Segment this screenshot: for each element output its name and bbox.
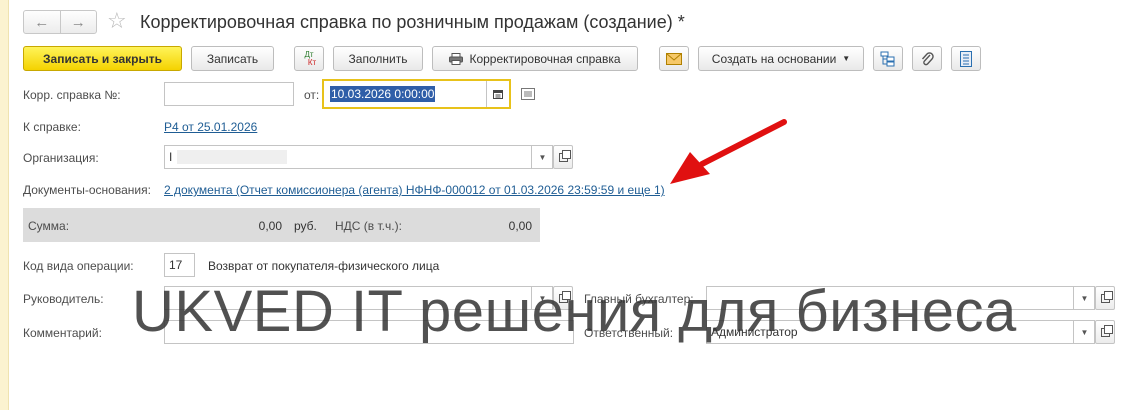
forward-arrow-icon[interactable]: → — [61, 11, 97, 33]
dt-kt-icon-bottom: Кт — [307, 57, 317, 67]
to-ref-link[interactable]: Р4 от 25.01.2026 — [164, 120, 257, 134]
envelope-icon — [666, 52, 682, 65]
open-form-icon — [1100, 324, 1113, 337]
open-form-icon — [1100, 290, 1113, 303]
chevron-down-icon[interactable]: ▼ — [531, 146, 553, 168]
more-button[interactable] — [951, 46, 981, 71]
organization-select[interactable]: I ▼ — [164, 145, 553, 169]
sum-label: Сумма: — [28, 219, 70, 233]
vat-label: НДС (в т.ч.): — [335, 219, 402, 233]
printer-icon — [449, 52, 464, 65]
paperclip-icon — [921, 51, 934, 65]
organization-value: I — [169, 150, 173, 164]
head-label: Руководитель: — [23, 292, 104, 306]
chevron-down-icon: ▼ — [842, 54, 851, 63]
responsible-open-button[interactable] — [1095, 320, 1115, 344]
correction-print-label: Корректировочная справка — [469, 51, 621, 66]
organization-label: Организация: — [23, 151, 99, 165]
op-code-description: Возврат от покупателя-физического лица — [208, 259, 440, 273]
save-and-close-button[interactable]: Записать и закрыть — [23, 46, 182, 71]
corr-number-input[interactable] — [164, 82, 294, 106]
structure-button[interactable] — [873, 46, 903, 71]
comment-label: Комментарий: — [23, 326, 102, 340]
currency-label: руб. — [294, 219, 317, 233]
op-code-input[interactable]: 17 — [164, 253, 195, 277]
sum-value: 0,00 — [258, 219, 282, 233]
attachments-button[interactable] — [912, 46, 942, 71]
vat-value: 0,00 — [508, 219, 532, 233]
chevron-down-icon[interactable]: ▼ — [1073, 287, 1095, 309]
watermark-text: UKVED IT решения для бизнеса — [132, 279, 1017, 344]
calendar-icon — [493, 90, 503, 99]
notes-icon[interactable] — [521, 88, 535, 100]
window-title: Корректировочная справка по розничным пр… — [140, 12, 685, 32]
date-value: 10.03.2026 0:00:00 — [330, 86, 436, 102]
base-docs-link[interactable]: 2 документа (Отчет комиссионера (агента)… — [164, 183, 665, 197]
op-code-value: 17 — [169, 258, 183, 272]
chief-accountant-open-button[interactable] — [1095, 286, 1115, 310]
left-edge-strip — [0, 0, 9, 410]
dt-kt-button[interactable]: Дт Кт — [294, 46, 324, 71]
red-arrow-annotation — [670, 119, 787, 184]
favorite-star-icon[interactable]: ☆ — [107, 9, 127, 33]
fill-button[interactable]: Заполнить — [333, 46, 423, 71]
to-ref-label: К справке: — [23, 120, 81, 134]
op-code-label: Код вида операции: — [23, 259, 134, 273]
correction-print-button[interactable]: Корректировочная справка — [432, 46, 638, 71]
calendar-button[interactable] — [486, 81, 509, 107]
base-docs-label: Документы-основания: — [23, 183, 151, 197]
save-button[interactable]: Записать — [191, 46, 274, 71]
hierarchy-icon — [880, 51, 895, 66]
create-based-label: Создать на основании — [711, 51, 837, 66]
email-button[interactable] — [659, 46, 689, 71]
list-icon — [960, 50, 972, 67]
create-based-dropdown[interactable]: Создать на основании ▼ — [698, 46, 864, 71]
nav-buttons: ← → — [23, 10, 97, 34]
organization-open-button[interactable] — [553, 145, 573, 169]
chevron-down-icon[interactable]: ▼ — [1073, 321, 1095, 343]
date-label: от: — [304, 88, 320, 102]
organization-blurred-text — [177, 150, 287, 164]
corr-number-label: Корр. справка №: — [23, 88, 121, 102]
open-form-icon — [558, 149, 571, 162]
date-input[interactable]: 10.03.2026 0:00:00 — [322, 79, 511, 109]
back-arrow-icon[interactable]: ← — [24, 11, 61, 33]
